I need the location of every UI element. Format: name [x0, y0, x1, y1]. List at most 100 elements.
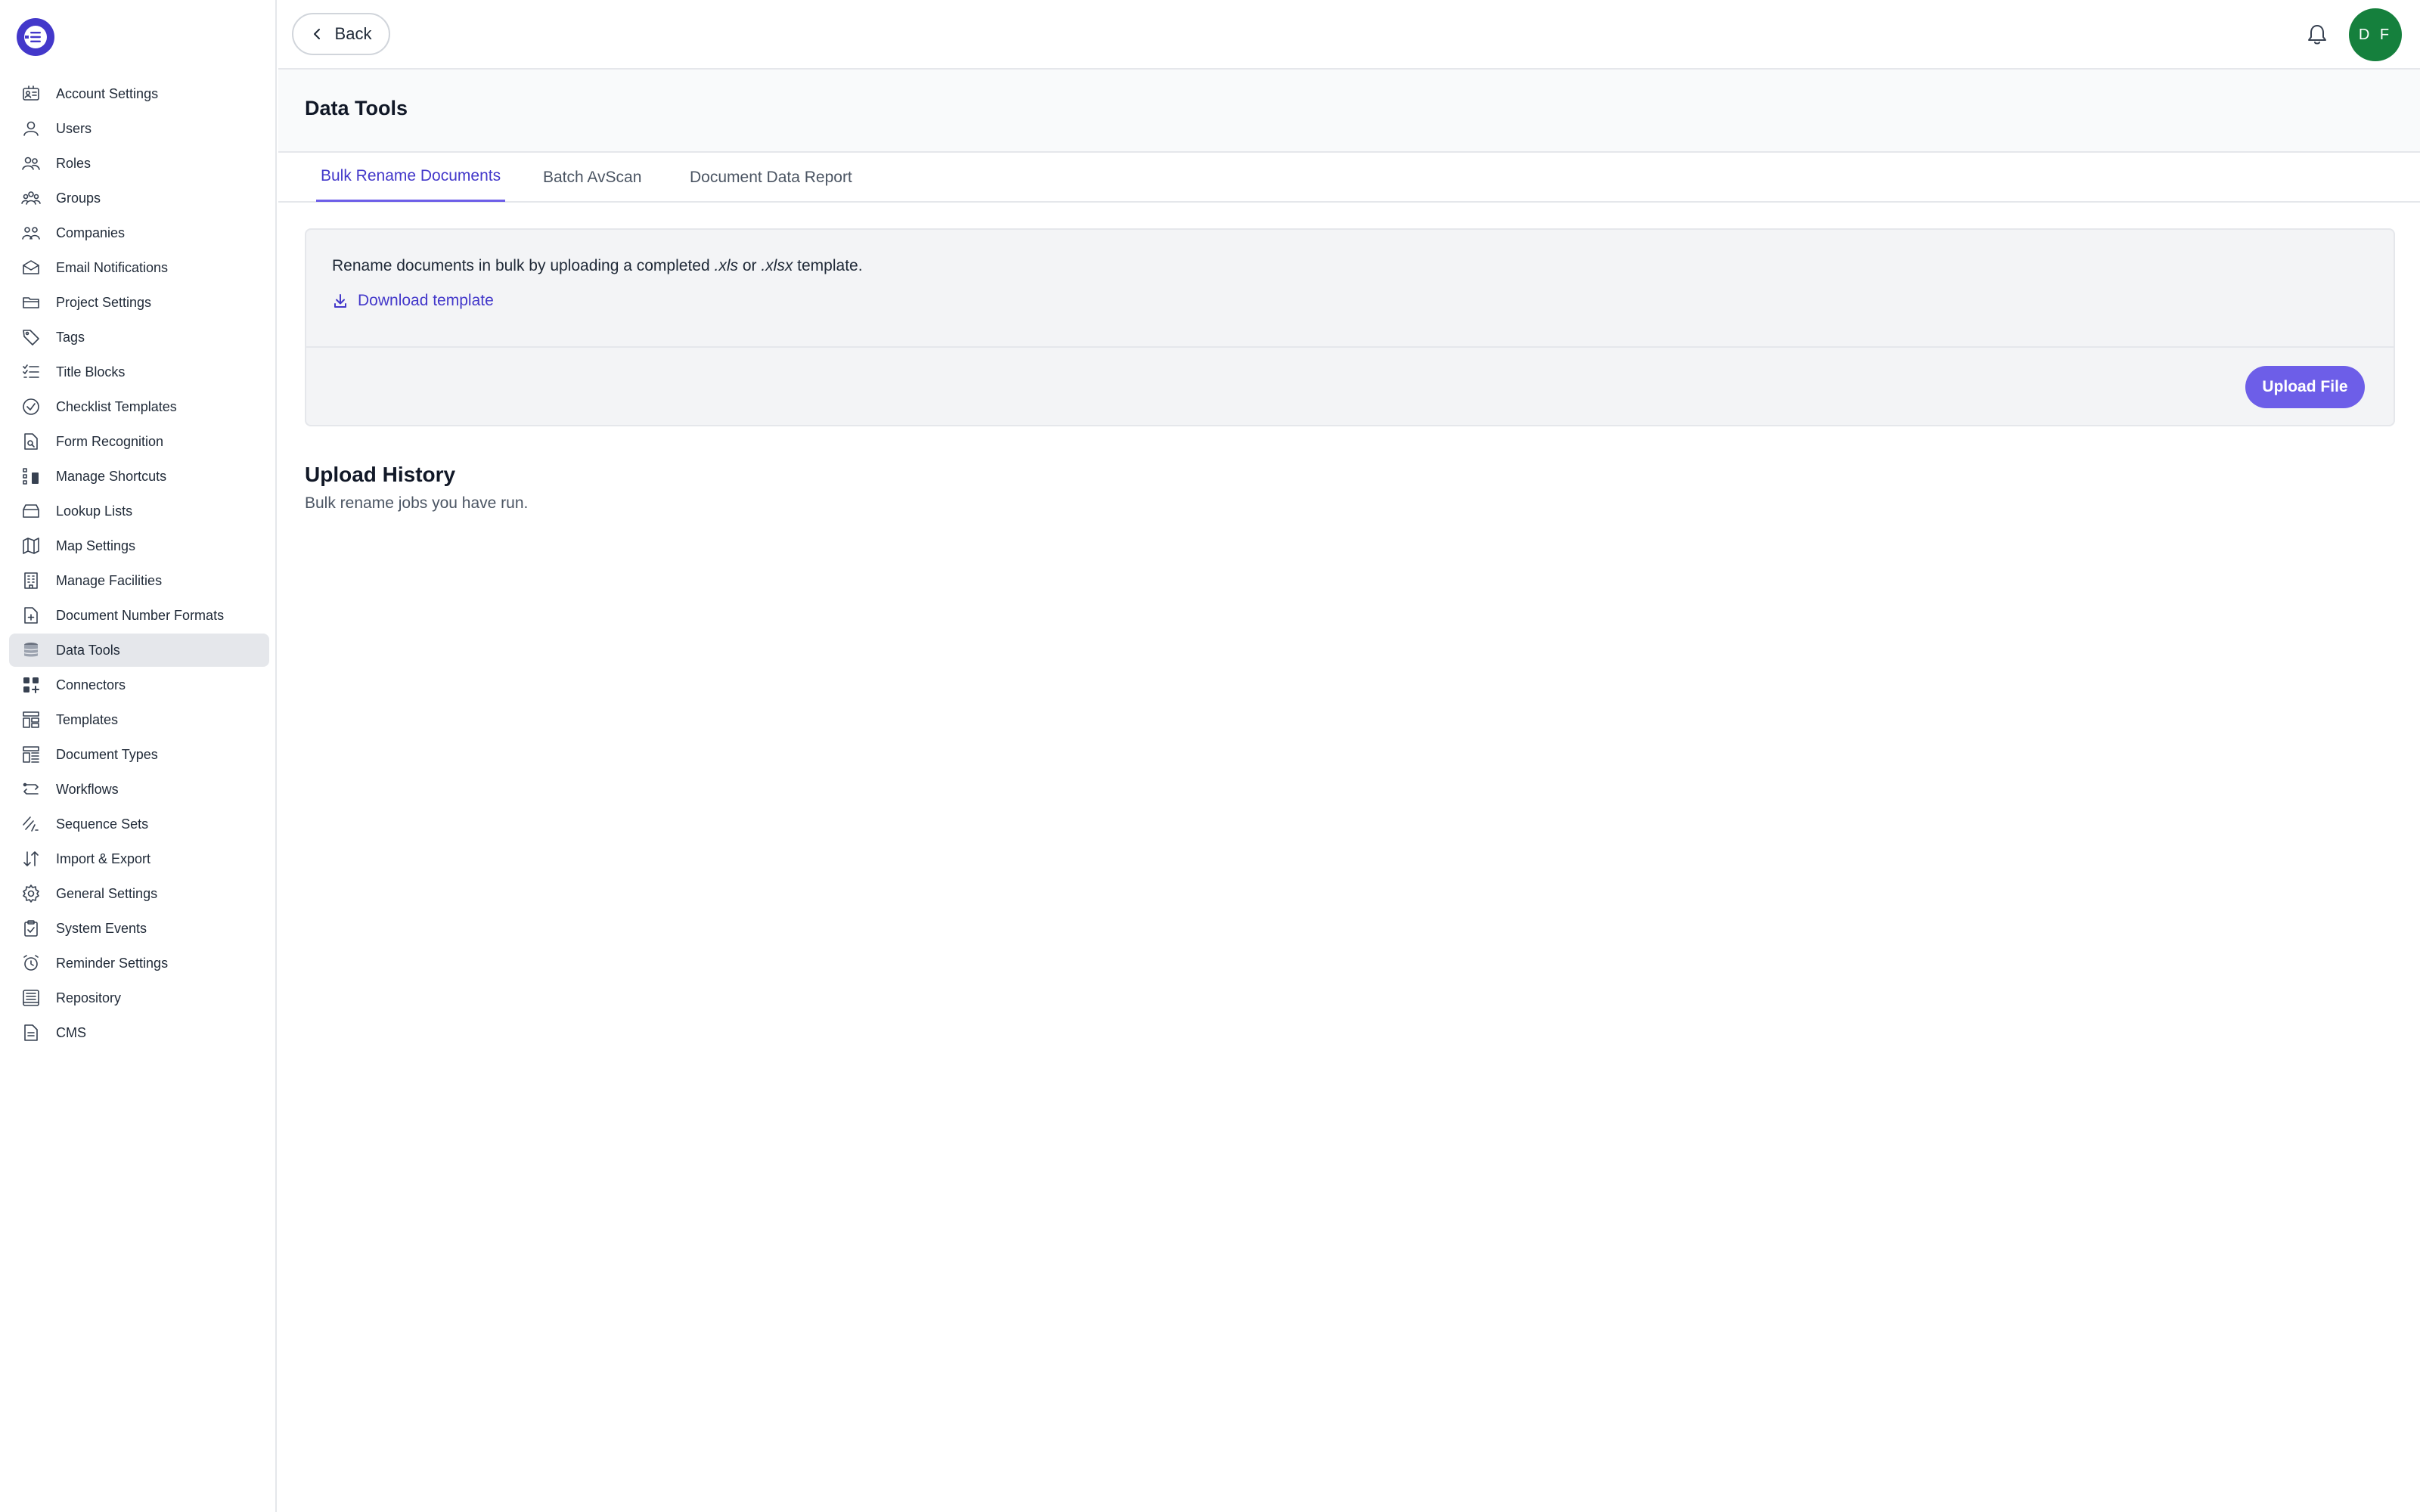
sidebar-item-document-number-formats[interactable]: Document Number Formats [9, 599, 269, 632]
app-root: Account Settings Users Roles Groups Companie… [0, 0, 2420, 1512]
sidebar-item-users[interactable]: Users [9, 112, 269, 145]
sidebar-item-label: Groups [56, 190, 101, 206]
upload-file-button[interactable]: Upload File [2245, 366, 2365, 408]
page-title: Data Tools [305, 97, 408, 119]
panel-divider [306, 346, 2394, 348]
sidebar-item-label: Reminder Settings [56, 955, 169, 971]
sidebar-item-data-tools[interactable]: Data Tools [9, 634, 269, 667]
users-roles-icon [21, 153, 41, 173]
doc-search-icon [21, 432, 41, 451]
sidebar-item-manage-shortcuts[interactable]: Manage Shortcuts [9, 460, 269, 493]
alarm-icon [21, 953, 41, 973]
sidebar-item-label: Document Types [56, 746, 158, 762]
map-icon [21, 536, 41, 556]
sidebar-item-title-blocks[interactable]: Title Blocks [9, 355, 269, 389]
sidebar-nav: Account Settings Users Roles Groups Companie… [9, 77, 269, 1051]
sidebar-item-document-types[interactable]: Document Types [9, 738, 269, 771]
sidebar-item-label: Users [56, 120, 92, 136]
gear-icon [21, 884, 41, 903]
sidebar-item-reminder-settings[interactable]: Reminder Settings [9, 947, 269, 980]
template-icon [21, 710, 41, 730]
grid-plus-icon [21, 675, 41, 695]
sidebar-item-cms[interactable]: CMS [9, 1016, 269, 1049]
sidebar-item-label: Lookup Lists [56, 503, 133, 519]
upload-history-subtitle: Bulk rename jobs you have run. [305, 494, 529, 512]
tab-bar: Bulk Rename Documents Batch AvScan Docum… [278, 153, 2420, 203]
download-icon [334, 294, 346, 308]
sidebar-item-checklist-templates[interactable]: Checklist Templates [9, 390, 269, 423]
repository-icon [21, 988, 41, 1008]
sidebar-item-label: Import & Export [56, 850, 151, 866]
sidebar-item-map-settings[interactable]: Map Settings [9, 529, 269, 562]
tab-bulk-rename-documents[interactable]: Bulk Rename Documents [316, 153, 506, 202]
file-text-icon [21, 1023, 41, 1043]
sidebar-item-label: Roles [56, 155, 92, 171]
sidebar-item-form-recognition[interactable]: Form Recognition [9, 425, 269, 458]
chevron-left-icon [313, 29, 320, 39]
check-circle-icon [21, 397, 41, 417]
shortcut-icon [21, 466, 41, 486]
group-icon [21, 188, 41, 208]
sidebar-item-connectors[interactable]: Connectors [9, 668, 269, 702]
description-part-1: Rename documents in bulk by uploading a … [332, 257, 715, 274]
sidebar-item-account-settings[interactable]: Account Settings [9, 77, 269, 110]
clipboard-check-icon [21, 919, 41, 938]
logo-icon [24, 26, 47, 48]
sidebar-item-label: Data Tools [56, 642, 120, 658]
sidebar-item-email-notifications[interactable]: Email Notifications [9, 251, 269, 284]
sidebar-item-groups[interactable]: Groups [9, 181, 269, 215]
database-icon [21, 640, 41, 660]
page-header: Data Tools [278, 70, 2420, 153]
xlsx-extension: .xlsx [761, 257, 793, 274]
workflow-icon [21, 779, 41, 799]
sidebar-item-repository[interactable]: Repository [9, 981, 269, 1015]
topbar: Back D F [278, 0, 2420, 70]
description-part-2: or [737, 257, 762, 274]
sidebar-item-label: General Settings [56, 885, 158, 901]
app-logo[interactable] [17, 18, 54, 56]
download-template-link[interactable]: Download template [332, 292, 494, 310]
sidebar-item-project-settings[interactable]: Project Settings [9, 286, 269, 319]
id-card-icon [21, 84, 41, 104]
sidebar-item-system-events[interactable]: System Events [9, 912, 269, 945]
mail-icon [21, 258, 41, 277]
archive-icon [21, 501, 41, 521]
folder-icon [21, 293, 41, 312]
sidebar-item-companies[interactable]: Companies [9, 216, 269, 249]
bulk-rename-panel: Rename documents in bulk by uploading a … [305, 228, 2395, 426]
sidebar-item-general-settings[interactable]: General Settings [9, 877, 269, 910]
notifications-bell-icon[interactable] [2302, 20, 2332, 50]
download-template-label: Download template [358, 292, 494, 309]
sidebar-item-label: Sequence Sets [56, 816, 149, 832]
doc-plus-icon [21, 606, 41, 625]
description-part-3: template. [793, 257, 863, 274]
sidebar-item-label: Manage Facilities [56, 572, 163, 588]
sidebar-item-label: Workflows [56, 781, 119, 797]
sidebar-item-sequence-sets[interactable]: Sequence Sets [9, 807, 269, 841]
arrows-updown-icon [21, 849, 41, 869]
sidebar-item-manage-facilities[interactable]: Manage Facilities [9, 564, 269, 597]
building-icon [21, 571, 41, 590]
sequence-icon [21, 814, 41, 834]
tab-batch-avscan[interactable]: Batch AvScan [538, 153, 646, 203]
sidebar-item-label: Checklist Templates [56, 398, 177, 414]
sidebar-item-roles[interactable]: Roles [9, 147, 269, 180]
sidebar-item-label: Tags [56, 329, 85, 345]
sidebar-item-label: Document Number Formats [56, 607, 225, 623]
companies-icon [21, 223, 41, 243]
tab-document-data-report[interactable]: Document Data Report [685, 153, 857, 203]
sidebar-item-label: Templates [56, 711, 119, 727]
sidebar-item-templates[interactable]: Templates [9, 703, 269, 736]
sidebar-item-label: Manage Shortcuts [56, 468, 167, 484]
back-button[interactable]: Back [292, 13, 390, 55]
sidebar-item-label: Title Blocks [56, 364, 126, 380]
sidebar-item-import-and-export[interactable]: Import & Export [9, 842, 269, 875]
xls-extension: .xls [714, 257, 738, 274]
sidebar-item-label: Form Recognition [56, 433, 164, 449]
panel-description: Rename documents in bulk by uploading a … [332, 257, 863, 275]
upload-history-title: Upload History [305, 463, 456, 486]
user-avatar[interactable]: D F [2349, 8, 2402, 61]
sidebar-item-lookup-lists[interactable]: Lookup Lists [9, 494, 269, 528]
sidebar-item-tags[interactable]: Tags [9, 321, 269, 354]
sidebar-item-workflows[interactable]: Workflows [9, 773, 269, 806]
